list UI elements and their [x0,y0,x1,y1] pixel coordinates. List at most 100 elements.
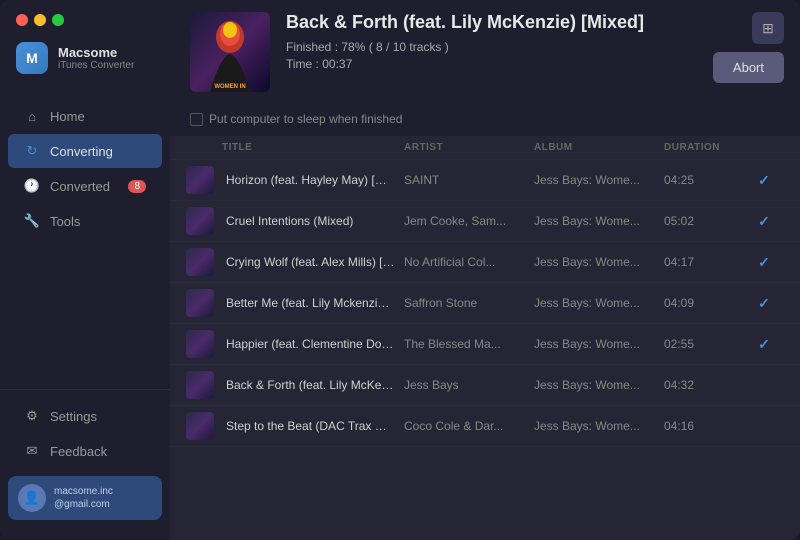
col-status [744,142,784,153]
row-thumb [186,248,222,276]
track-album: Jess Bays: Wome... [534,296,664,310]
header-top: WOMEN IN Back & Forth (feat. Lily McKenz… [190,12,780,104]
track-status: ✓ [744,213,784,230]
track-artist: Jem Cooke, Sam... [404,214,534,228]
user-email-line2: @gmail.com [54,498,113,511]
thumb-bg [186,371,214,399]
sidebar-item-tools[interactable]: 🔧 Tools [8,204,162,238]
table-row[interactable]: Back & Forth (feat. Lily McKenzie) [Mi..… [170,365,800,406]
maximize-button[interactable] [52,14,64,26]
sidebar-item-converting[interactable]: ↻ Converting [8,134,162,168]
table-row[interactable]: Happier (feat. Clementine Douglas) [.. T… [170,324,800,365]
sidebar-item-label: Converting [50,144,113,159]
thumb-bg [186,330,214,358]
thumb-bg [186,289,214,317]
track-album: Jess Bays: Wome... [534,214,664,228]
sleep-checkbox[interactable] [190,113,203,126]
sidebar-item-label: Tools [50,214,80,229]
track-title: Step to the Beat (DAC Trax Mix) [Mixed] [222,419,404,433]
table-row[interactable]: Cruel Intentions (Mixed) Jem Cooke, Sam.… [170,201,800,242]
check-icon: ✓ [758,213,770,230]
track-thumbnail [186,371,214,399]
minimize-button[interactable] [34,14,46,26]
header-info: Back & Forth (feat. Lily McKenzie) [Mixe… [286,12,780,71]
sidebar-item-converted[interactable]: 🕐 Converted 8 [8,169,162,203]
sidebar-bottom: ⚙ Settings ✉ Feedback 👤 macsome.inc @gma… [0,389,170,540]
sidebar-item-label: Settings [50,409,97,424]
track-thumbnail [186,207,214,235]
header-action: ⊞ Abort [713,12,784,83]
track-duration: 04:25 [664,173,744,187]
track-title: Cruel Intentions (Mixed) [222,214,404,228]
main-content: WOMEN IN Back & Forth (feat. Lily McKenz… [170,0,800,540]
close-button[interactable] [16,14,28,26]
track-duration: 04:17 [664,255,744,269]
user-section[interactable]: 👤 macsome.inc @gmail.com [8,476,162,520]
svg-text:WOMEN IN: WOMEN IN [214,84,245,90]
table-row[interactable]: Better Me (feat. Lily Mckenzie) [Mixed] … [170,283,800,324]
check-icon: ✓ [758,336,770,353]
track-album: Jess Bays: Wome... [534,255,664,269]
track-title: Horizon (feat. Hayley May) [Mixed] [222,173,404,187]
sidebar-item-feedback[interactable]: ✉ Feedback [8,434,162,468]
track-title: Back & Forth (feat. Lily McKenzie) [Mi..… [222,378,404,392]
tools-icon: 🔧 [24,213,40,229]
sidebar-item-label: Feedback [50,444,107,459]
track-artist: The Blessed Ma... [404,337,534,351]
table-body: Horizon (feat. Hayley May) [Mixed] SAINT… [170,160,800,447]
track-thumbnail [186,412,214,440]
feedback-icon: ✉ [24,443,40,459]
track-artist: Saffron Stone [404,296,534,310]
brand-area: M Macsome iTunes Converter [0,36,170,90]
brand-icon: M [16,42,48,74]
nav-section: ⌂ Home ↻ Converting 🕐 Converted 8 🔧 Tool… [0,90,170,389]
table-row[interactable]: Horizon (feat. Hayley May) [Mixed] SAINT… [170,160,800,201]
converted-badge: 8 [128,180,146,193]
progress-text: Finished : 78% ( 8 / 10 tracks ) [286,40,780,54]
track-album: Jess Bays: Wome... [534,173,664,187]
time-text: Time : 00:37 [286,57,780,71]
table-row[interactable]: Crying Wolf (feat. Alex Mills) [Mixed] N… [170,242,800,283]
col-album: ALBUM [534,142,664,153]
user-email-line1: macsome.inc [54,485,113,498]
check-icon: ✓ [758,295,770,312]
track-status: ✓ [744,172,784,189]
track-title: Crying Wolf (feat. Alex Mills) [Mixed] [222,255,404,269]
thumb-bg [186,207,214,235]
row-thumb [186,371,222,399]
album-art-bg: WOMEN IN [190,12,270,92]
row-thumb [186,330,222,358]
track-album: Jess Bays: Wome... [534,337,664,351]
track-title: Happier (feat. Clementine Douglas) [.. [222,337,404,351]
track-thumbnail [186,330,214,358]
sidebar-item-label: Home [50,109,85,124]
window-controls [0,0,170,36]
user-info: macsome.inc @gmail.com [54,485,113,511]
row-thumb [186,207,222,235]
converted-icon: 🕐 [24,178,40,194]
thumb-bg [186,248,214,276]
export-icon-button[interactable]: ⊞ [752,12,784,44]
check-icon: ✓ [758,172,770,189]
sleep-checkbox-label[interactable]: Put computer to sleep when finished [190,112,402,126]
table-row[interactable]: Step to the Beat (DAC Trax Mix) [Mixed] … [170,406,800,447]
track-thumbnail [186,166,214,194]
track-title: Better Me (feat. Lily Mckenzie) [Mixed] [222,296,404,310]
col-duration: DURATION [664,142,744,153]
row-thumb [186,289,222,317]
track-thumbnail [186,289,214,317]
col-title: TITLE [222,142,404,153]
track-duration: 04:32 [664,378,744,392]
sidebar-item-home[interactable]: ⌂ Home [8,99,162,133]
main-header: WOMEN IN Back & Forth (feat. Lily McKenz… [170,0,800,136]
track-artist: SAINT [404,173,534,187]
abort-button[interactable]: Abort [713,52,784,83]
track-artist: Coco Cole & Dar... [404,419,534,433]
sidebar-item-settings[interactable]: ⚙ Settings [8,399,162,433]
track-status: ✓ [744,254,784,271]
brand-name: Macsome [58,45,134,60]
row-thumb [186,412,222,440]
album-title: Back & Forth (feat. Lily McKenzie) [Mixe… [286,12,780,34]
col-artist: ARTIST [404,142,534,153]
header-controls: Put computer to sleep when finished [190,104,780,136]
